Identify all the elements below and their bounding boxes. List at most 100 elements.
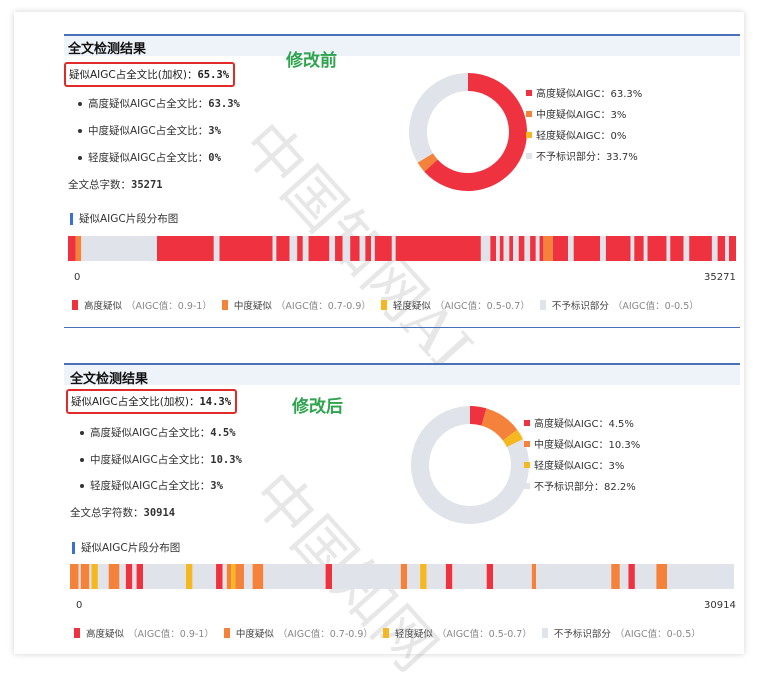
- segment-none: [683, 236, 690, 261]
- segment-none: [407, 564, 421, 589]
- segment-high: [335, 236, 343, 261]
- sub-light: 轻度疑似AIGC占全文比：0%: [78, 150, 221, 165]
- segment-bar-before: [68, 236, 736, 261]
- legend-item-none: 不予标识部分：33.7%: [526, 145, 642, 166]
- axis-end: 30914: [704, 600, 736, 611]
- segment-high: [539, 236, 544, 261]
- segment-none: [630, 236, 635, 261]
- segment-none: [263, 564, 326, 589]
- segment-none: [192, 564, 217, 589]
- segment-high: [647, 236, 667, 261]
- legend-item-light: 轻度疑似AIGC：0%: [526, 124, 642, 145]
- segment-none: [493, 564, 532, 589]
- legend-item-light: 轻度疑似AIGC：3%: [524, 454, 640, 475]
- segment-none: [302, 236, 309, 261]
- segment-light: [91, 564, 98, 589]
- segment-high: [68, 236, 76, 261]
- segment-none: [535, 236, 540, 261]
- segment-high: [157, 236, 214, 261]
- segment-none: [97, 564, 109, 589]
- legend-before: 高度疑似AIGC：63.3% 中度疑似AIGC：3% 轻度疑似AIGC：0% 不…: [526, 82, 642, 166]
- segment-none: [342, 236, 351, 261]
- donut-chart-after: [411, 406, 529, 524]
- panel-after: 全文检测结果 疑似AIGC占全文比(加权)：14.3% 修改后 高度疑似AIGC…: [0, 330, 758, 650]
- segment-none: [567, 236, 574, 261]
- segment-none: [359, 236, 366, 261]
- segment-none: [332, 564, 401, 589]
- note-before: 修改前: [286, 51, 337, 71]
- segment-medium: [252, 564, 264, 589]
- segment-high: [308, 236, 330, 261]
- segment-high: [486, 564, 494, 589]
- segment-medium: [400, 564, 408, 589]
- segment-high: [552, 236, 568, 261]
- segment-none: [426, 564, 446, 589]
- segment-none: [634, 564, 657, 589]
- donut-slice-1: [481, 408, 518, 441]
- overall-ratio: 疑似AIGC占全文比(加权)：14.3%: [66, 389, 238, 414]
- donut-slice-1: [417, 153, 438, 172]
- segment-none: [600, 236, 606, 261]
- legend-item-high: 高度疑似AIGC：4.5%: [524, 412, 640, 433]
- legend-item-medium: 中度疑似AIGC：10.3%: [524, 433, 640, 454]
- segment-high: [445, 564, 453, 589]
- segment-none: [536, 564, 612, 589]
- segment-none: [213, 236, 220, 261]
- segment-none: [289, 236, 298, 261]
- segment-medium: [235, 564, 244, 589]
- segment-medium: [108, 564, 120, 589]
- segment-none: [452, 564, 487, 589]
- segment-none: [132, 564, 137, 589]
- segment-high: [689, 236, 712, 261]
- legend-after: 高度疑似AIGC：4.5% 中度疑似AIGC：10.3% 轻度疑似AIGC：3%…: [524, 412, 640, 496]
- segment-high: [509, 236, 514, 261]
- segment-medium: [543, 236, 553, 261]
- segment-medium: [75, 236, 82, 261]
- segment-high: [125, 564, 133, 589]
- total-count: 全文总字数：35271: [68, 179, 163, 191]
- segment-high: [728, 236, 736, 261]
- sub-medium: 中度疑似AIGC占全文比：3%: [78, 123, 221, 138]
- segment-bar-after: [70, 564, 734, 589]
- segment-none: [667, 564, 734, 589]
- sub-light: 轻度疑似AIGC占全文比：3%: [80, 478, 223, 493]
- donut-slice-3: [409, 73, 469, 163]
- section-title: 全文检测结果: [70, 372, 149, 387]
- segment-none: [143, 564, 186, 589]
- segment-high: [219, 236, 273, 261]
- segment-light: [185, 564, 193, 589]
- segment-high: [530, 236, 536, 261]
- segment-chart-title: 疑似AIGC片段分布图: [70, 211, 178, 226]
- segment-light: [420, 564, 427, 589]
- segment-medium: [226, 564, 232, 589]
- segment-none: [243, 564, 253, 589]
- segment-none: [643, 236, 648, 261]
- segment-none: [524, 236, 531, 261]
- legend-item-none: 不予标识部分：82.2%: [524, 475, 640, 496]
- segment-none: [619, 564, 629, 589]
- segment-high: [297, 236, 303, 261]
- sub-medium: 中度疑似AIGC占全文比：10.3%: [80, 452, 242, 467]
- segment-none: [503, 236, 510, 261]
- header-band: [64, 36, 740, 56]
- segment-none: [81, 236, 158, 261]
- segment-medium: [80, 564, 90, 589]
- level-legend-before: 高度疑似 （AIGC值：0.9-1） 中度疑似 （AIGC值：0.7-0.9） 轻度…: [72, 298, 709, 312]
- sub-high: 高度疑似AIGC占全文比：63.3%: [78, 96, 240, 111]
- segment-high: [350, 236, 360, 261]
- segment-high: [325, 564, 333, 589]
- overall-ratio: 疑似AIGC占全文比(加权)：65.3%: [64, 62, 236, 87]
- segment-none: [222, 564, 227, 589]
- total-count: 全文总字符数：30914: [70, 507, 176, 519]
- segment-high: [573, 236, 601, 261]
- segment-none: [666, 236, 671, 261]
- segment-none: [391, 236, 396, 261]
- level-legend-after: 高度疑似 （AIGC值：0.9-1） 中度疑似 （AIGC值：0.7-0.9） 轻度…: [74, 626, 711, 640]
- segment-none: [272, 236, 277, 261]
- donut-slice-2: [502, 429, 524, 448]
- segment-high: [499, 236, 504, 261]
- legend-item-high: 高度疑似AIGC：63.3%: [526, 82, 642, 103]
- segment-high: [628, 564, 635, 589]
- segment-high: [717, 236, 726, 261]
- segment-none: [78, 564, 81, 589]
